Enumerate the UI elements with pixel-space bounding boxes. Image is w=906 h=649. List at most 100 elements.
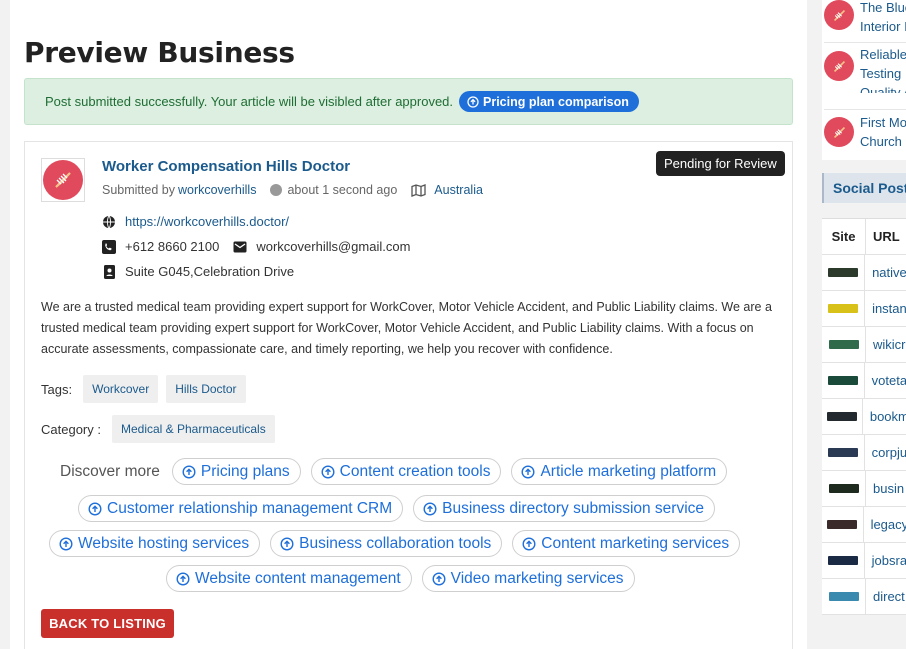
site-thumbnail[interactable] bbox=[827, 448, 858, 457]
post-url-link[interactable]: jobsra bbox=[865, 553, 906, 568]
discover-link-label: Business collaboration tools bbox=[299, 534, 492, 552]
phone-icon bbox=[102, 239, 116, 254]
business-description: We are a trusted medical team providing … bbox=[41, 300, 772, 356]
discover-link-label: Website hosting services bbox=[78, 534, 250, 552]
site-thumbnail[interactable] bbox=[828, 340, 859, 349]
discover-link-label: Video marketing services bbox=[450, 569, 624, 587]
site-thumbnail[interactable] bbox=[827, 520, 858, 529]
discover-link-content-creation[interactable]: Content creation tools bbox=[310, 458, 502, 485]
arrow-circle-icon bbox=[432, 571, 446, 586]
discover-link-label: Business directory submission service bbox=[442, 499, 705, 517]
site-thumbnail-cell bbox=[822, 507, 864, 542]
site-thumbnail-cell bbox=[822, 327, 866, 362]
tag-chip[interactable]: Workcover bbox=[83, 375, 159, 403]
table-row: bookm bbox=[822, 399, 906, 435]
discover-link-directory-submission[interactable]: Business directory submission service bbox=[413, 495, 716, 522]
envelope-icon bbox=[233, 240, 247, 254]
right-sidebar: The Blue Interior I Reliable Testing Qualit… bbox=[808, 0, 906, 649]
post-url-link[interactable]: direct bbox=[866, 589, 905, 604]
discover-line-1: Discover more Pricing plans Content crea… bbox=[60, 458, 728, 485]
discover-link-content-marketing[interactable]: Content marketing services bbox=[512, 530, 741, 557]
location-link[interactable]: Australia bbox=[434, 183, 483, 197]
table-header: Site URL bbox=[822, 219, 906, 255]
arrow-circle-icon bbox=[522, 536, 536, 551]
submitted-by-label: Submitted by bbox=[102, 183, 175, 197]
post-url-link[interactable]: busin bbox=[866, 481, 904, 496]
business-logo bbox=[41, 158, 85, 202]
category-row: Category : Medical & Pharmaceuticals bbox=[41, 415, 275, 443]
post-url-link[interactable]: native bbox=[865, 265, 906, 280]
table-row: busin bbox=[822, 471, 906, 507]
page-title: Preview Business bbox=[24, 36, 295, 69]
tags-label: Tags: bbox=[41, 381, 73, 397]
post-url-link[interactable]: corpju bbox=[865, 445, 906, 460]
table-row: corpju bbox=[822, 435, 906, 471]
related-item[interactable]: Reliable Testing Quality A bbox=[824, 45, 906, 93]
success-alert: Post submitted successfully. Your articl… bbox=[24, 78, 793, 125]
table-row: instan bbox=[822, 291, 906, 327]
main-content: Preview Business Post submitted successf… bbox=[10, 0, 807, 649]
discover-link-label: Website content management bbox=[195, 569, 401, 587]
post-url-link[interactable]: wikicr bbox=[866, 337, 906, 352]
discover-link-label: Content creation tools bbox=[339, 462, 491, 480]
category-label: Category : bbox=[41, 421, 101, 437]
dna-icon bbox=[43, 160, 83, 200]
discover-link-website-content[interactable]: Website content management bbox=[166, 565, 412, 592]
site-thumbnail[interactable] bbox=[828, 592, 859, 601]
back-to-listing-button[interactable]: BACK TO LISTING bbox=[41, 609, 174, 638]
discover-label: Discover more bbox=[60, 462, 160, 480]
related-item-line: First Mo bbox=[860, 115, 906, 130]
arrow-circle-icon bbox=[423, 501, 437, 516]
site-thumbnail[interactable] bbox=[828, 484, 859, 493]
related-item-line: The Blue bbox=[860, 0, 906, 15]
site-thumbnail-cell bbox=[822, 579, 866, 614]
discover-link-label: Pricing plans bbox=[200, 462, 290, 480]
site-thumbnail-cell bbox=[822, 399, 863, 434]
discover-link-collaboration-tools[interactable]: Business collaboration tools bbox=[270, 530, 503, 557]
business-name-link[interactable]: Worker Compensation Hills Doctor bbox=[102, 158, 350, 175]
table-row: voteta bbox=[822, 363, 906, 399]
discover-link-crm[interactable]: Customer relationship management CRM bbox=[78, 495, 404, 522]
arrow-circle-icon bbox=[280, 536, 294, 551]
site-thumbnail-cell bbox=[822, 291, 866, 326]
map-icon bbox=[411, 183, 426, 197]
site-thumbnail-cell bbox=[822, 435, 865, 470]
related-item-line: Testing bbox=[860, 66, 902, 81]
related-item[interactable]: The Blue Interior I bbox=[824, 0, 906, 46]
discover-link-website-hosting[interactable]: Website hosting services bbox=[49, 530, 261, 557]
divider bbox=[824, 42, 906, 43]
discover-link-pricing-plans[interactable]: Pricing plans bbox=[171, 458, 301, 485]
submitter-link[interactable]: workcoverhills bbox=[178, 183, 257, 197]
pricing-plan-comparison-link[interactable]: Pricing plan comparison bbox=[459, 91, 639, 112]
site-thumbnail[interactable] bbox=[827, 556, 858, 565]
tag-chip[interactable]: Hills Doctor bbox=[166, 375, 246, 403]
arrow-circle-icon bbox=[521, 464, 535, 479]
category-chip[interactable]: Medical & Pharmaceuticals bbox=[111, 415, 275, 443]
related-listings: The Blue Interior I Reliable Testing Qualit… bbox=[822, 0, 906, 160]
post-url-link[interactable]: voteta bbox=[865, 373, 906, 388]
post-url-link[interactable]: legacy bbox=[864, 517, 906, 532]
tags-row: Tags: Workcover Hills Doctor bbox=[41, 375, 246, 403]
arrow-circle-icon bbox=[467, 95, 479, 108]
discover-line-3: Website hosting services Business collab… bbox=[49, 530, 741, 557]
table-body: native instan wikicr voteta bookm corpju busin… bbox=[822, 255, 906, 615]
discover-link-label: Article marketing platform bbox=[540, 462, 717, 480]
address-book-icon bbox=[102, 264, 116, 279]
site-thumbnail[interactable] bbox=[827, 376, 858, 385]
post-url-link[interactable]: bookm bbox=[863, 409, 906, 424]
post-url-link[interactable]: instan bbox=[865, 301, 906, 316]
site-thumbnail[interactable] bbox=[828, 268, 859, 277]
contact-row: +612 8660 2100 workcoverhills@gmail.com bbox=[102, 239, 410, 254]
clock-icon bbox=[270, 184, 283, 196]
website-link[interactable]: https://workcoverhills.doctor/ bbox=[125, 214, 289, 229]
related-item[interactable]: First Mo Church bbox=[824, 113, 906, 161]
arrow-circle-icon bbox=[321, 464, 335, 479]
social-post-table: Site URL native instan wikicr voteta bookm co… bbox=[822, 218, 906, 615]
site-thumbnail[interactable] bbox=[826, 412, 857, 421]
discover-link-video-marketing[interactable]: Video marketing services bbox=[421, 565, 635, 592]
site-thumbnail[interactable] bbox=[828, 304, 859, 313]
arrow-circle-icon bbox=[176, 571, 190, 586]
arrow-circle-icon bbox=[59, 536, 73, 551]
discover-link-article-marketing[interactable]: Article marketing platform bbox=[511, 458, 728, 485]
pricing-pill-label: Pricing plan comparison bbox=[483, 94, 629, 109]
